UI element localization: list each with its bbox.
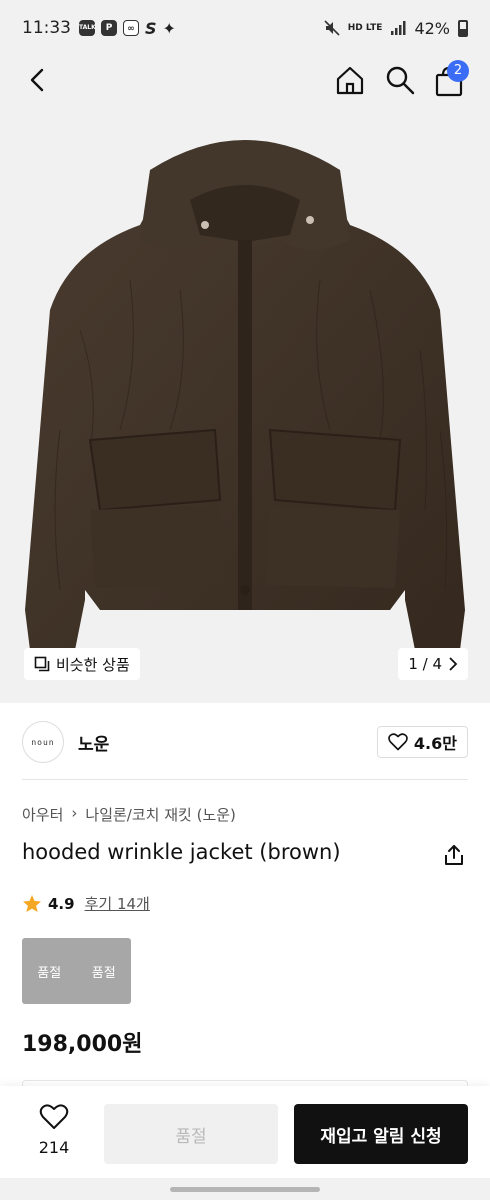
wishlist-count: 214 (38, 1138, 70, 1157)
s-icon: S (145, 18, 157, 38)
brand-row[interactable]: noun 노운 4.6만 (22, 716, 468, 768)
product-rating: 4.9 후기 14개 (22, 893, 150, 914)
brand-like-button[interactable]: 4.6만 (376, 726, 468, 758)
heart-icon (388, 733, 408, 751)
similar-products-label: 비슷한 상품 (56, 655, 130, 674)
breadcrumb: 아우터 › 나일론/코치 재킷 (노운) (22, 804, 236, 825)
soldout-button: 품절 (104, 1104, 278, 1164)
breadcrumb-separator-icon: › (71, 804, 78, 822)
image-pager[interactable]: 1 / 4 (398, 648, 468, 680)
system-indicators: HD LTE 42% (324, 19, 468, 38)
brand-name[interactable]: 노운 (78, 730, 109, 755)
star-icon (23, 894, 41, 912)
option-thumbnail[interactable]: 품절 품절 (22, 938, 131, 1004)
divider (22, 779, 468, 780)
share-icon[interactable] (442, 843, 466, 867)
chevron-right-icon (449, 657, 458, 671)
breadcrumb-item-category[interactable]: 나일론/코치 재킷 (노운) (85, 804, 236, 825)
brand-logo[interactable]: noun (22, 721, 64, 763)
status-bar: 11:33 TALK P ∞ S ✦ HD LTE 42% (0, 0, 490, 56)
gesture-nav-area (0, 1178, 490, 1200)
restock-alert-button[interactable]: 재입고 알림 신청 (294, 1104, 468, 1164)
product-page: 2 비슷한 상품 1 / 4 11:33 TALK P ∞ S ✦ HD LTE… (0, 0, 490, 1200)
home-indicator[interactable] (170, 1187, 320, 1192)
product-title: hooded wrinkle jacket (brown) (22, 840, 341, 864)
option-soldout-label: 품절 (91, 965, 116, 981)
product-price: 198,000원 (22, 1032, 143, 1057)
network-label: HD LTE (347, 22, 383, 33)
cart-count-badge: 2 (447, 60, 469, 82)
top-navigation (0, 56, 490, 104)
brand-like-count: 4.6만 (413, 734, 457, 753)
talk-icon: TALK (79, 20, 96, 36)
search-icon[interactable] (384, 64, 416, 96)
mute-icon (324, 20, 340, 36)
pager-label: 1 / 4 (408, 655, 442, 673)
infinity-icon: ∞ (123, 20, 139, 36)
back-arrow-icon[interactable] (22, 64, 54, 96)
similar-products-button[interactable]: 비슷한 상품 (24, 648, 140, 680)
rating-score: 4.9 (48, 894, 75, 913)
breadcrumb-item-outer[interactable]: 아우터 (22, 804, 63, 825)
brand-logo-text: noun (31, 737, 55, 747)
status-time: 11:33 (22, 18, 71, 38)
notification-icons: TALK P ∞ S ✦ (79, 19, 176, 38)
option-soldout-label: 품절 (37, 965, 62, 981)
home-icon[interactable] (334, 64, 366, 96)
battery-percent: 42% (414, 18, 450, 38)
copy-icon (34, 656, 50, 672)
heart-icon (39, 1104, 69, 1129)
product-image-gallery[interactable]: 2 비슷한 상품 1 / 4 (0, 0, 490, 703)
reviews-link[interactable]: 후기 14개 (85, 893, 150, 914)
parking-icon: P (101, 20, 117, 36)
sparkle-icon: ✦ (162, 18, 176, 38)
signal-icon (391, 21, 406, 35)
wishlist-button[interactable]: 214 (24, 1104, 84, 1166)
battery-icon (458, 19, 468, 37)
bottom-action-bar: 214 품절 재입고 알림 신청 (0, 1086, 490, 1178)
product-image[interactable] (20, 130, 470, 690)
